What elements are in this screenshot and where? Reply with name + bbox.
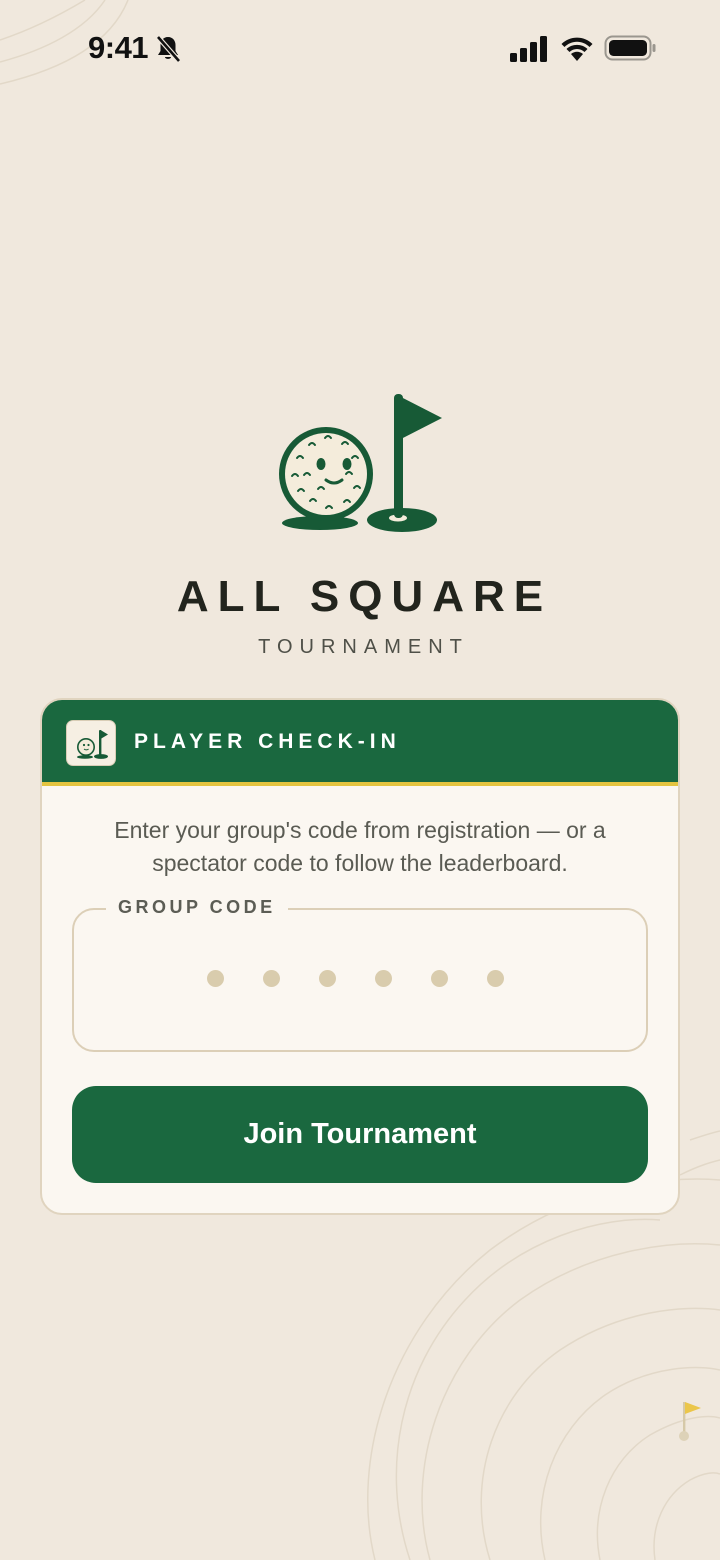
bell-muted-icon <box>156 35 181 63</box>
card-description: Enter your group's code from registratio… <box>114 817 606 876</box>
code-placeholder-dots <box>204 970 520 988</box>
flag-marker-icon <box>679 1402 701 1441</box>
code-dot <box>487 970 504 987</box>
code-dot <box>319 970 336 987</box>
status-time: 9:41 <box>88 30 149 65</box>
card-header-title: PLAYER CHECK-IN <box>134 730 401 753</box>
code-dot <box>263 970 280 987</box>
header-badge <box>66 720 116 766</box>
code-dot <box>207 970 224 987</box>
join-tournament-button[interactable]: Join Tournament <box>72 1086 648 1183</box>
brand-title: ALL SQUARE <box>176 572 553 621</box>
player-check-in-card: PLAYER CHECK-IN Enter your group's code … <box>40 698 680 1215</box>
code-dot <box>375 970 392 987</box>
code-dot <box>431 970 448 987</box>
brand-subtitle: TOURNAMENT <box>258 636 469 658</box>
status-bar: 9:41 <box>0 0 720 98</box>
battery-icon <box>604 35 656 61</box>
group-code-input[interactable]: GROUP CODE <box>72 897 648 1052</box>
golf-ball-and-flag-icon <box>77 730 108 759</box>
signal-icon <box>510 36 547 62</box>
group-code-label: GROUP CODE <box>106 897 288 918</box>
card-header: PLAYER CHECK-IN <box>42 700 678 786</box>
golf-ball-and-flag-icon <box>279 394 442 532</box>
wifi-icon <box>561 37 593 61</box>
